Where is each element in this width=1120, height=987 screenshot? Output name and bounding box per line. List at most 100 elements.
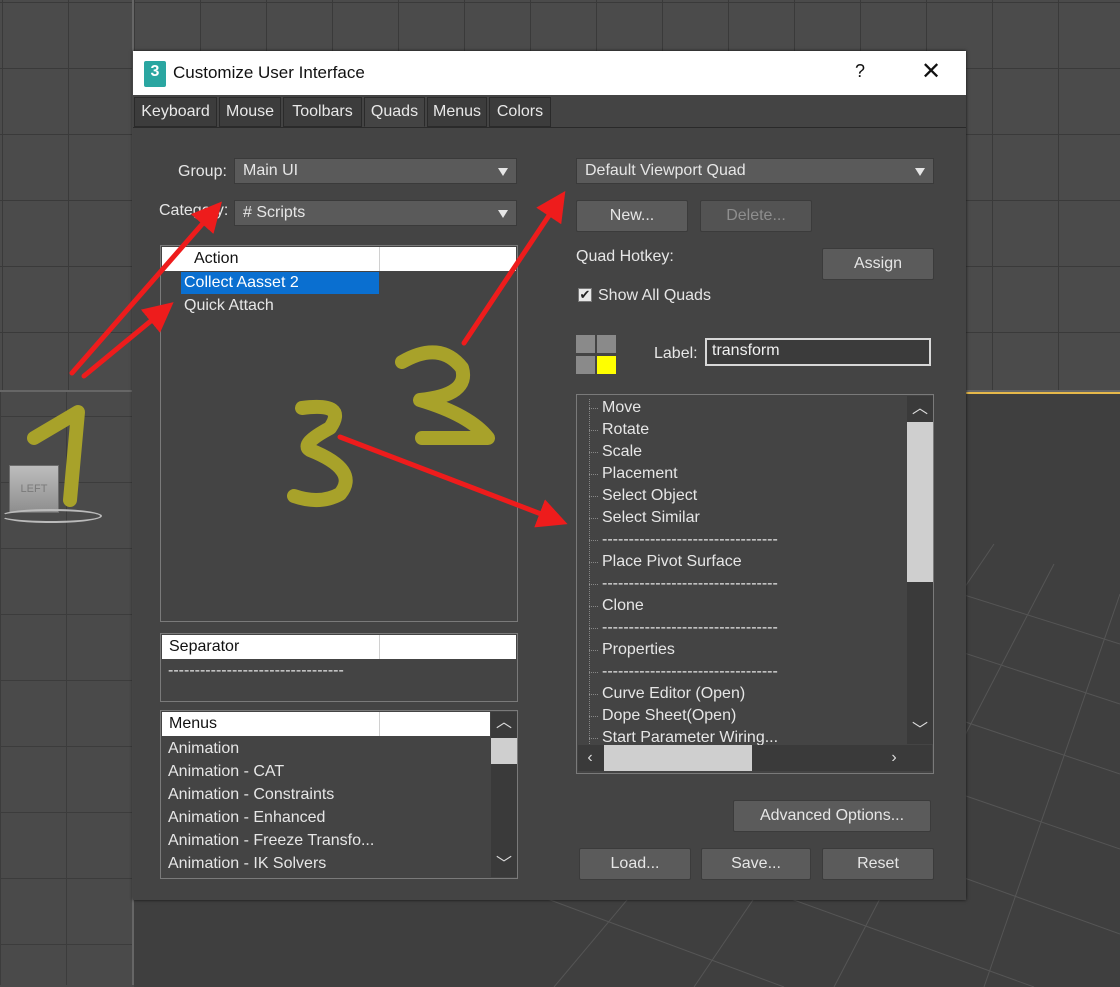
tab-colors[interactable]: Colors <box>489 97 551 127</box>
tree-branch <box>589 628 599 629</box>
scroll-thumb[interactable] <box>491 738 517 764</box>
quad-items-tree[interactable]: Move Rotate Scale Placement Select Object Sel… <box>576 394 934 774</box>
list-item[interactable]: Quick Attach <box>184 295 274 317</box>
tree-item[interactable]: Move <box>602 397 641 419</box>
list-item[interactable]: Animation - Constraints <box>168 784 334 806</box>
action-list-header: Action <box>162 247 516 271</box>
menus-column-header: Menus <box>169 715 218 732</box>
menus-scrollbar[interactable]: ︿ ﹀ <box>491 712 517 877</box>
list-item[interactable]: Animation - IK Solvers <box>168 853 326 875</box>
quad-top-right[interactable] <box>597 335 616 353</box>
tree-branch <box>589 540 599 541</box>
customize-ui-dialog: 3 Customize User Interface ? ✕ Keyboard … <box>133 51 966 900</box>
tree-item[interactable]: Scale <box>602 441 642 463</box>
column-divider <box>379 635 380 659</box>
menus-list-header: Menus <box>162 712 490 736</box>
tree-separator[interactable]: --------------------------------- <box>602 529 778 551</box>
quad-dropdown[interactable]: Default Viewport Quad <box>576 158 934 184</box>
quad-label-field[interactable]: transform <box>705 338 931 366</box>
scroll-thumb[interactable] <box>604 745 752 771</box>
menus-list[interactable]: Menus Animation Animation - CAT Animatio… <box>160 710 518 879</box>
tree-branch <box>589 606 599 607</box>
assign-button[interactable]: Assign <box>822 248 934 280</box>
save-button[interactable]: Save... <box>701 848 811 880</box>
category-label: Category: <box>159 202 229 219</box>
help-button[interactable]: ? <box>845 61 875 82</box>
quad-bottom-left[interactable] <box>576 356 595 374</box>
dialog-title: Customize User Interface <box>173 63 365 82</box>
viewcube-left[interactable]: LEFT <box>9 465 59 513</box>
list-item[interactable]: Collect Aasset 2 <box>181 272 379 294</box>
advanced-options-button[interactable]: Advanced Options... <box>733 800 931 832</box>
chevron-down-icon <box>498 210 508 218</box>
tree-vscrollbar[interactable]: ︿ ﹀ <box>907 396 933 744</box>
quad-top-left[interactable] <box>576 335 595 353</box>
tree-item[interactable]: Properties <box>602 639 675 661</box>
tree-separator[interactable]: --------------------------------- <box>602 573 778 595</box>
group-dropdown[interactable]: Main UI <box>234 158 517 184</box>
tree-item[interactable]: Rotate <box>602 419 649 441</box>
tab-menus[interactable]: Menus <box>427 97 487 127</box>
separator-item[interactable]: --------------------------------- <box>168 660 344 682</box>
quad-hotkey-label: Quad Hotkey: <box>576 248 674 265</box>
tab-toolbars[interactable]: Toolbars <box>283 97 362 127</box>
tree-separator[interactable]: --------------------------------- <box>602 617 778 639</box>
category-value: # Scripts <box>243 204 306 221</box>
column-divider <box>379 712 380 736</box>
tab-quads[interactable]: Quads <box>364 97 425 127</box>
delete-quad-button[interactable]: Delete... <box>700 200 812 232</box>
tree-item[interactable]: Dope Sheet(Open) <box>602 705 736 727</box>
tree-item[interactable]: Select Similar <box>602 507 700 529</box>
scroll-thumb[interactable] <box>907 422 933 582</box>
list-item[interactable]: Animation - CAT <box>168 761 284 783</box>
tab-mouse[interactable]: Mouse <box>219 97 281 127</box>
chevron-down-icon <box>915 168 925 176</box>
close-button[interactable]: ✕ <box>915 57 947 86</box>
tree-item[interactable]: Place Pivot Surface <box>602 551 742 573</box>
tree-branch <box>589 584 599 585</box>
chevron-down-icon[interactable]: ﹀ <box>494 856 514 874</box>
reset-button[interactable]: Reset <box>822 848 934 880</box>
viewcube-ring <box>0 509 102 523</box>
tree-item[interactable]: Placement <box>602 463 678 485</box>
separator-column-header: Separator <box>169 638 240 655</box>
separator-list-header: Separator <box>162 635 516 659</box>
tree-branch <box>589 496 599 497</box>
chevron-up-icon[interactable]: ︿ <box>494 714 514 732</box>
tree-branch <box>589 650 599 651</box>
group-label: Group: <box>178 163 227 180</box>
tree-branch <box>589 562 599 563</box>
tree-branch <box>589 738 599 739</box>
tree-item[interactable]: Clone <box>602 595 644 617</box>
tree-branch <box>589 694 599 695</box>
list-item[interactable]: Animation <box>168 738 239 760</box>
3dsmax-app-icon: 3 <box>144 61 166 87</box>
tab-bar: Keyboard Mouse Toolbars Quads Menus Colo… <box>133 97 966 128</box>
tab-keyboard[interactable]: Keyboard <box>134 97 217 127</box>
tree-branch <box>589 716 599 717</box>
show-all-quads-checkbox[interactable]: ✔ <box>578 288 592 302</box>
quad-bottom-right[interactable] <box>597 356 616 374</box>
load-button[interactable]: Load... <box>579 848 691 880</box>
tree-branch <box>589 672 599 673</box>
list-item[interactable]: Animation - Enhanced <box>168 807 325 829</box>
tree-hscrollbar[interactable]: ‹ › <box>578 745 932 771</box>
quad-selector[interactable] <box>576 335 618 375</box>
chevron-up-icon[interactable]: ︿ <box>910 400 930 418</box>
action-list[interactable]: Action Collect Aasset 2 Quick Attach <box>160 245 518 622</box>
action-column-header: Action <box>194 250 239 267</box>
list-item[interactable]: Animation - Freeze Transfo... <box>168 830 374 852</box>
chevron-left-icon[interactable]: ‹ <box>580 749 600 767</box>
tree-branch <box>589 474 599 475</box>
chevron-right-icon[interactable]: › <box>884 749 904 767</box>
chevron-down-icon[interactable]: ﹀ <box>910 722 930 740</box>
tree-separator[interactable]: --------------------------------- <box>602 661 778 683</box>
tree-item[interactable]: Curve Editor (Open) <box>602 683 745 705</box>
tree-item[interactable]: Select Object <box>602 485 697 507</box>
tree-branch <box>589 430 599 431</box>
tree-branch <box>589 518 599 519</box>
separator-list[interactable]: Separator ------------------------------… <box>160 633 518 702</box>
show-all-quads-label: Show All Quads <box>598 287 711 304</box>
new-quad-button[interactable]: New... <box>576 200 688 232</box>
category-dropdown[interactable]: # Scripts <box>234 200 517 226</box>
